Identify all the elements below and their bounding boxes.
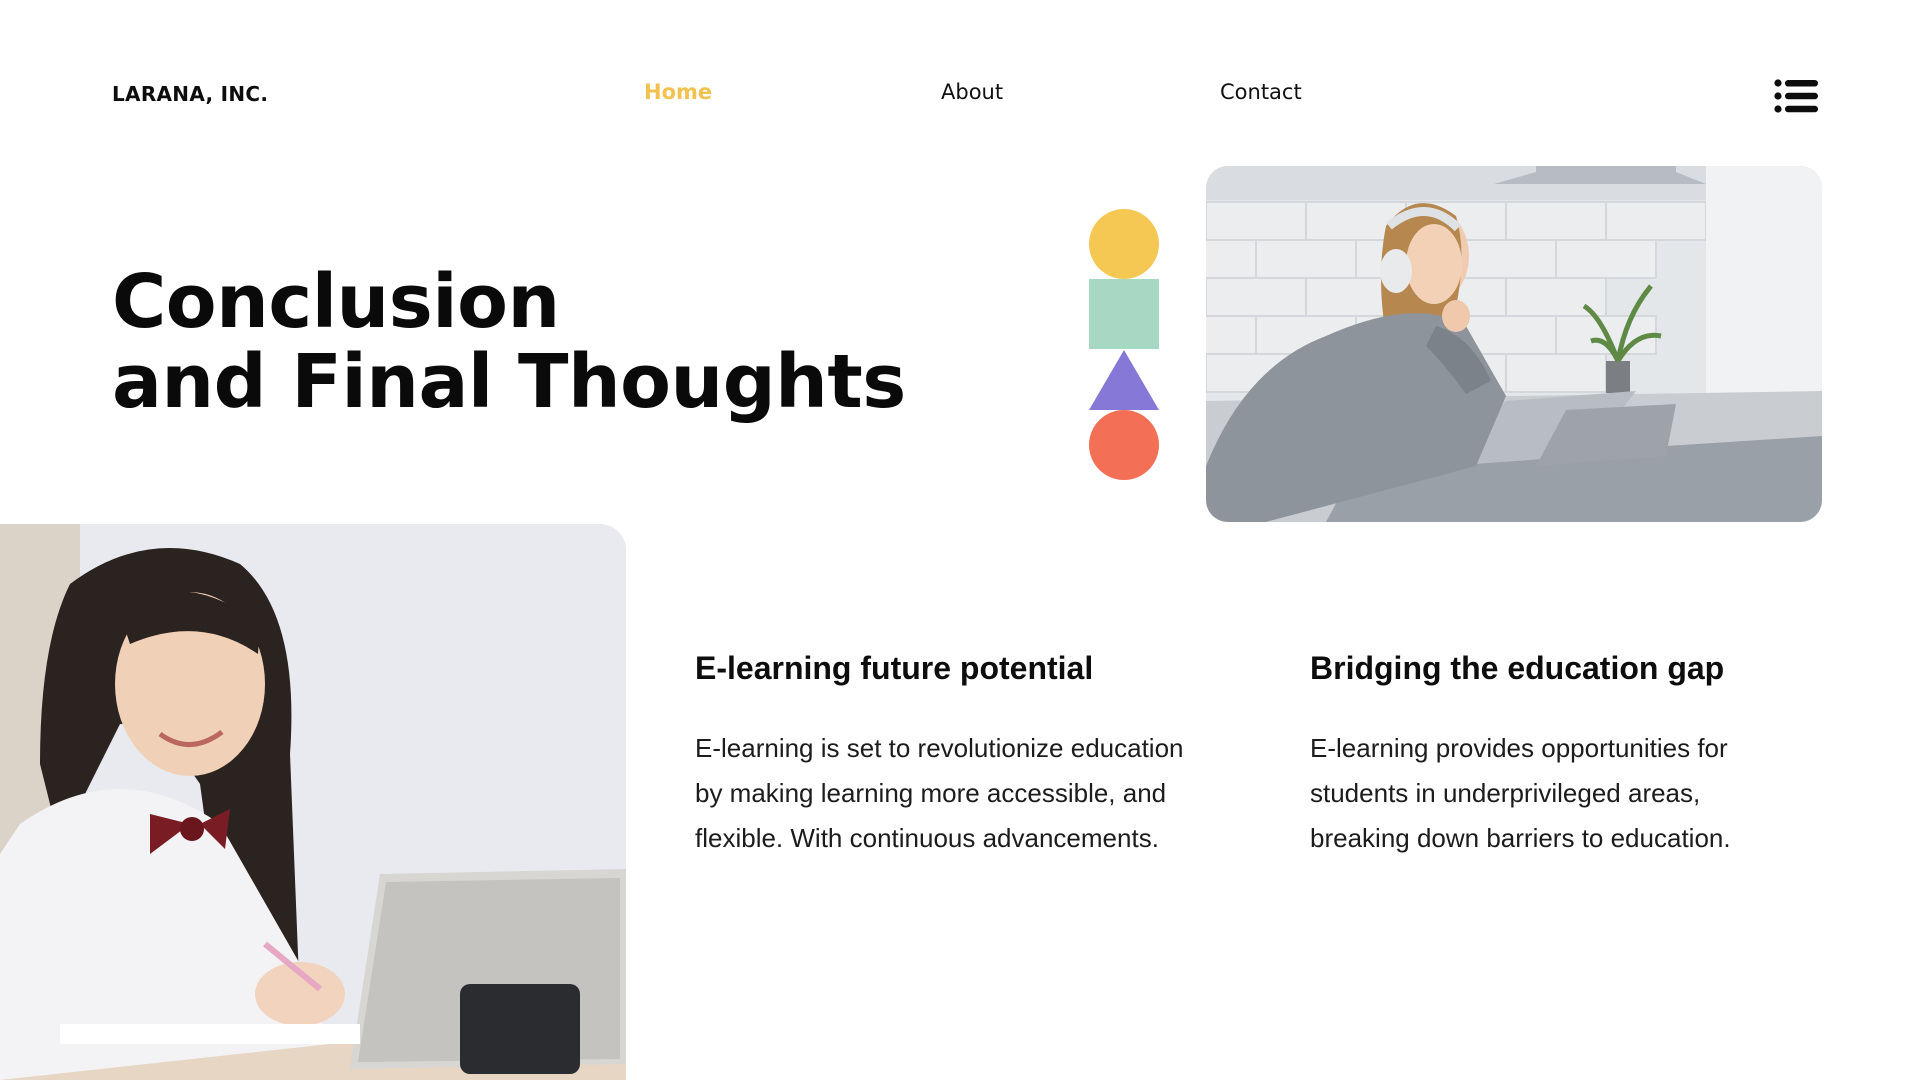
body-line: breaking down barriers to education.: [1310, 823, 1731, 853]
title-line-2: and Final Thoughts: [112, 339, 906, 425]
body-line: E-learning provides opportunities for: [1310, 733, 1728, 763]
section-body-education-gap: E-learning provides opportunities for st…: [1310, 726, 1830, 861]
green-square-shape: [1089, 279, 1159, 349]
section-heading-education-gap: Bridging the education gap: [1310, 650, 1725, 686]
yellow-circle-shape: [1089, 209, 1159, 279]
list-menu-icon: [1774, 79, 1818, 113]
photo-woman-headphones-laptop: [1206, 166, 1822, 522]
body-line: by making learning more accessible, and: [695, 778, 1167, 808]
photo-student-writing-tablet: [0, 524, 626, 1080]
body-line: students in underprivileged areas,: [1310, 778, 1701, 808]
nav-about-link[interactable]: About: [941, 80, 1003, 104]
nav-home-link[interactable]: Home: [644, 80, 712, 104]
body-line: E-learning is set to revolutionize educa…: [695, 733, 1184, 763]
body-line: flexible. With continuous advancements.: [695, 823, 1159, 853]
nav-contact-link[interactable]: Contact: [1220, 80, 1302, 104]
purple-triangle-shape: [1089, 350, 1159, 410]
orange-circle-shape: [1089, 410, 1159, 480]
page-title: Conclusion and Final Thoughts: [112, 262, 906, 422]
brand-logo[interactable]: LARANA, INC.: [112, 82, 268, 106]
title-line-1: Conclusion: [112, 259, 560, 345]
section-heading-elearning-potential: E-learning future potential: [695, 650, 1094, 686]
menu-button[interactable]: [1774, 78, 1818, 114]
section-body-elearning-potential: E-learning is set to revolutionize educa…: [695, 726, 1215, 861]
decorative-shapes: [1088, 208, 1160, 480]
